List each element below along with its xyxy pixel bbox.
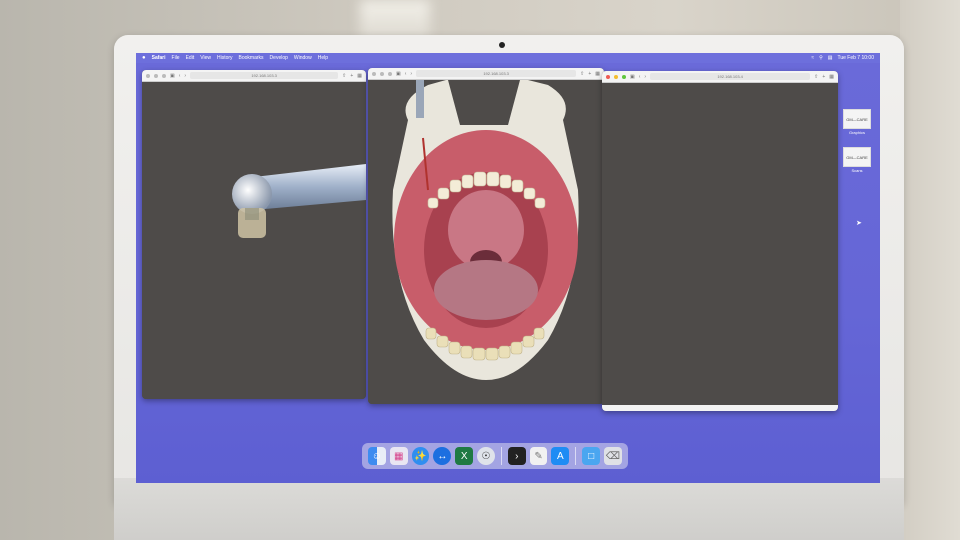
menu-window[interactable]: Window [294, 55, 312, 61]
menu-app-name[interactable]: Safari [152, 55, 166, 61]
share-icon[interactable]: ⇧ [342, 73, 346, 79]
safari-icon[interactable]: ✨ [411, 447, 430, 465]
skull-cavity [448, 80, 520, 125]
window-bottom-strip [602, 405, 838, 411]
new-tab-icon[interactable]: + [822, 74, 825, 80]
sidebar-icon[interactable]: ▣ [396, 71, 401, 77]
forward-icon[interactable]: › [644, 74, 646, 80]
browser-window-right[interactable]: ▣ ‹ › 192.168.103.4 ⇧ + ▦ [602, 71, 838, 411]
handpiece-shaft [254, 164, 366, 210]
window-toolbar: ▣ ‹ › 192.168.103.3 ⇧ + ▦ [142, 70, 366, 82]
window-toolbar: ▣ ‹ › 192.168.103.4 ⇧ + ▦ [602, 71, 838, 83]
viewer-canvas-middle[interactable] [368, 80, 604, 404]
desktop-icon-graphics[interactable]: GM—CARE Graphics [842, 109, 872, 135]
browser-window-left[interactable]: ▣ ‹ › 192.168.103.3 ⇧ + ▦ [142, 70, 366, 399]
3d-app-icon[interactable]: ☉ [477, 447, 495, 465]
open-mouth-anatomy-render [392, 80, 579, 380]
address-bar[interactable]: 192.168.103.3 [416, 70, 577, 77]
sidebar-icon[interactable]: ▣ [630, 74, 635, 80]
share-icon[interactable]: ⇧ [580, 71, 584, 77]
tabs-overview-icon[interactable]: ▦ [829, 74, 834, 80]
minimize-button[interactable] [154, 73, 158, 78]
viewer-canvas-left[interactable] [142, 82, 366, 399]
bur-tip [245, 208, 259, 220]
dock-separator [575, 447, 577, 465]
sidebar-icon[interactable]: ▣ [170, 73, 175, 79]
teamviewer-icon[interactable]: ↔ [433, 447, 452, 465]
screen: ● Safari File Edit View History Bookmark… [136, 53, 880, 483]
menu-bookmarks[interactable]: Bookmarks [239, 55, 264, 61]
forward-icon[interactable]: › [184, 73, 186, 79]
menu-develop[interactable]: Develop [270, 55, 288, 61]
zoom-button[interactable] [388, 71, 392, 76]
finder-icon[interactable]: ☺ [368, 447, 386, 465]
menu-edit[interactable]: Edit [186, 55, 195, 61]
launchpad-icon[interactable]: ▦ [389, 447, 408, 465]
share-icon[interactable]: ⇧ [814, 74, 818, 80]
webcam-icon [499, 42, 505, 48]
wifi-icon[interactable]: ≈ [811, 55, 814, 61]
window-toolbar: ▣ ‹ › 192.168.103.3 ⇧ + ▦ [368, 68, 604, 80]
tongue [434, 260, 538, 320]
menubar: ● Safari File Edit View History Bookmark… [136, 53, 880, 63]
forward-icon[interactable]: › [410, 71, 412, 77]
folder-icon[interactable]: □ [582, 447, 601, 465]
trash-icon[interactable]: ⌫ [604, 447, 622, 465]
new-tab-icon[interactable]: + [588, 71, 591, 77]
desktop-icon-thumb: GM—CARE [843, 147, 871, 167]
back-icon[interactable]: ‹ [179, 73, 181, 79]
wall-right [900, 0, 960, 540]
search-icon[interactable]: ⚲ [819, 55, 823, 61]
back-icon[interactable]: ‹ [639, 74, 641, 80]
back-icon[interactable]: ‹ [405, 71, 407, 77]
menu-help[interactable]: Help [318, 55, 328, 61]
desktop-icon-label: Scans [851, 168, 863, 173]
desktop-icon-label: Graphics [848, 130, 865, 135]
desktop-icon-thumb: GM—CARE [843, 109, 871, 129]
new-tab-icon[interactable]: + [350, 73, 353, 79]
wall-light [360, 0, 430, 40]
desktop-icon-scans[interactable]: GM—CARE Scans [842, 147, 872, 173]
dock: ☺ ▦ ✨ ↔ X ☉ › ✎ A □ ⌫ [362, 443, 628, 469]
dental-handpiece-render [232, 164, 366, 238]
address-bar[interactable]: 192.168.103.3 [190, 72, 339, 79]
menu-view[interactable]: View [200, 55, 211, 61]
address-bar[interactable]: 192.168.103.4 [650, 73, 811, 80]
menu-history[interactable]: History [217, 55, 233, 61]
notes-icon[interactable]: ✎ [529, 447, 548, 465]
close-button[interactable] [146, 73, 150, 78]
apple-menu-icon[interactable]: ● [142, 55, 146, 61]
dock-separator [500, 447, 502, 465]
excel-icon[interactable]: X [455, 447, 474, 465]
mouse-pointer-icon: ➤ [856, 220, 862, 227]
minimize-button[interactable] [614, 74, 618, 79]
tabs-overview-icon[interactable]: ▦ [595, 71, 600, 77]
viewer-canvas-right[interactable] [602, 83, 838, 411]
menu-clock[interactable]: Tue Feb 7 10:00 [837, 55, 874, 61]
zoom-button[interactable] [622, 74, 626, 79]
instrument-shaft [416, 80, 424, 118]
imac-chin [114, 478, 904, 540]
zoom-button[interactable] [162, 73, 166, 78]
minimize-button[interactable] [380, 71, 384, 76]
terminal-icon[interactable]: › [507, 447, 526, 465]
control-center-icon[interactable]: ▤ [828, 55, 833, 61]
close-button[interactable] [372, 71, 376, 76]
menu-file[interactable]: File [172, 55, 180, 61]
browser-window-middle[interactable]: ▣ ‹ › 192.168.103.3 ⇧ + ▦ [368, 68, 604, 404]
close-button[interactable] [606, 74, 610, 79]
tabs-overview-icon[interactable]: ▦ [357, 73, 362, 79]
app-store-icon[interactable]: A [551, 447, 570, 465]
